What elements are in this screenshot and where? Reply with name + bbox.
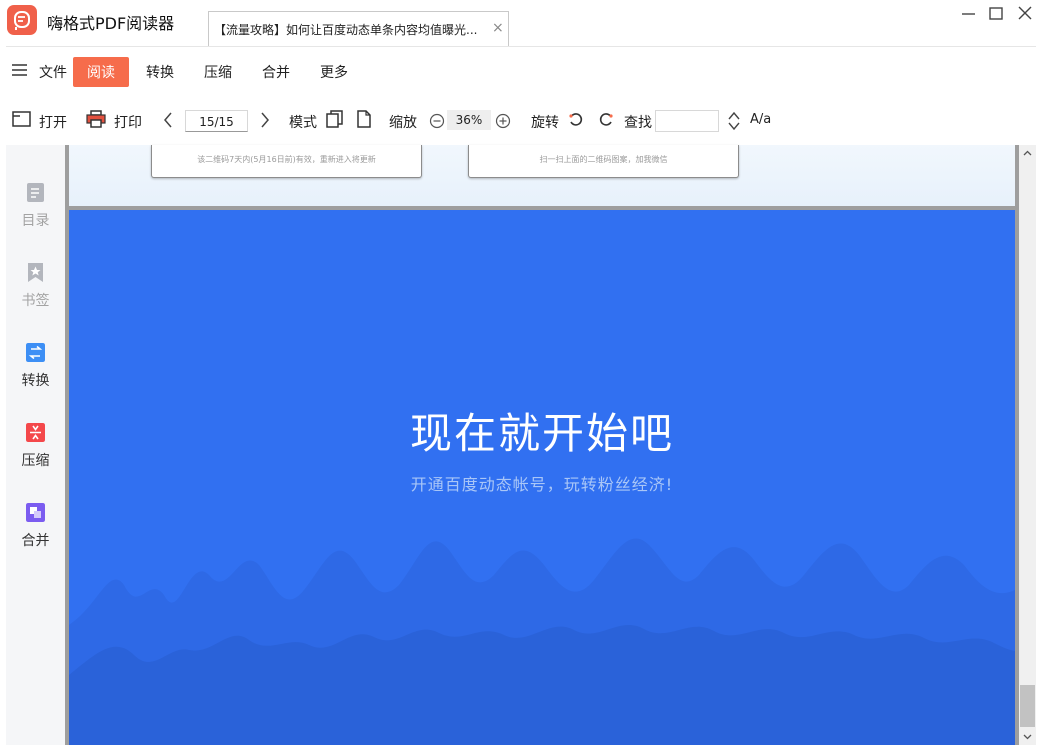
zoom-level-field[interactable]: 36% — [447, 110, 491, 130]
sidebar-item-convert[interactable]: 转换 — [6, 343, 65, 393]
scrollbar-thumb[interactable] — [1020, 685, 1035, 727]
document-tab-label: 【流量攻略】如何让百度动态单条内容均值曝光... — [214, 23, 478, 37]
rotate-left-icon[interactable] — [568, 112, 584, 128]
convert-icon — [26, 343, 45, 362]
pdf-reader-window: 嗨格式PDF阅读器 【流量攻略】如何让百度动态单条内容均值曝光... × 文件 … — [0, 0, 1040, 749]
double-page-mode-icon[interactable] — [326, 110, 344, 128]
qr-left-caption: 该二维码7天内(5月16日前)有效，重新进入将更新 — [197, 155, 376, 164]
rotate-label: 旋转 — [531, 115, 559, 131]
printer-icon[interactable] — [86, 110, 106, 128]
window-bottom-border — [0, 745, 1040, 749]
tab-close-icon[interactable]: × — [492, 20, 504, 36]
zoom-label: 缩放 — [389, 115, 417, 131]
menu-convert[interactable]: 转换 — [146, 62, 174, 82]
maximize-icon[interactable] — [983, 4, 1009, 24]
sidebar-item-merge[interactable]: 合并 — [6, 503, 65, 553]
open-file-icon[interactable] — [12, 110, 32, 128]
sidebar-label-merge: 合并 — [21, 533, 50, 549]
bookmark-icon — [28, 263, 43, 282]
rotate-right-icon[interactable] — [598, 112, 614, 128]
menu-merge[interactable]: 合并 — [262, 62, 290, 82]
minimize-icon[interactable] — [956, 4, 982, 24]
hero-subtitle: 开通百度动态帐号，玩转粉丝经济! — [410, 475, 674, 494]
open-button[interactable]: 打开 — [39, 112, 67, 132]
document-tab[interactable]: 【流量攻略】如何让百度动态单条内容均值曝光... × — [208, 11, 509, 46]
merge-icon — [26, 503, 45, 522]
pdf-page-previous: 该二维码7天内(5月16日前)有效，重新进入将更新 扫一扫上面的二维码图案，加我… — [69, 145, 1015, 206]
qr-right-caption: 扫一扫上面的二维码图案，加我微信 — [539, 155, 668, 164]
sidebar-item-bookmark[interactable]: 书签 — [6, 263, 65, 313]
sidebar: 目录 书签 转换 压缩 合并 — [6, 145, 65, 745]
scroll-down-icon[interactable] — [1019, 728, 1036, 745]
sidebar-label-compress: 压缩 — [21, 453, 50, 469]
mode-label: 模式 — [289, 115, 317, 131]
scroll-up-icon[interactable] — [1019, 145, 1036, 162]
hamburger-menu-icon[interactable] — [12, 64, 27, 76]
document-viewport[interactable]: 该二维码7天内(5月16日前)有效，重新进入将更新 扫一扫上面的二维码图案，加我… — [65, 145, 1019, 745]
menu-file[interactable]: 文件 — [39, 62, 67, 82]
compress-icon — [26, 423, 45, 442]
match-case-toggle[interactable]: A/a — [750, 112, 771, 127]
crowd-silhouette-image — [69, 538, 1015, 745]
toc-icon — [27, 183, 44, 202]
vertical-scrollbar[interactable] — [1019, 145, 1036, 745]
qr-card-right: 扫一扫上面的二维码图案，加我微信 — [468, 145, 739, 178]
sidebar-label-toc: 目录 — [21, 213, 50, 229]
hero-title: 现在就开始吧 — [409, 409, 674, 458]
pdf-page-current: 现在就开始吧 开通百度动态帐号，玩转粉丝经济! — [69, 210, 1015, 745]
page-number-input[interactable]: 15/15 — [185, 110, 248, 132]
zoom-out-icon[interactable] — [429, 113, 445, 129]
next-page-icon[interactable] — [259, 112, 271, 128]
app-logo-icon — [7, 5, 37, 35]
sidebar-item-toc[interactable]: 目录 — [6, 183, 65, 233]
close-icon[interactable] — [1012, 4, 1038, 24]
toolbar: 打开 打印 15/15 模式 缩放 36% 旋转 查找 A/a — [6, 97, 1036, 145]
qr-card-left: 该二维码7天内(5月16日前)有效，重新进入将更新 — [151, 145, 422, 178]
zoom-in-icon[interactable] — [495, 113, 511, 129]
sidebar-item-compress[interactable]: 压缩 — [6, 423, 65, 473]
menu-more[interactable]: 更多 — [320, 62, 348, 82]
menu-bar: 文件 阅读 转换 压缩 合并 更多 — [6, 46, 1036, 96]
title-bar: 嗨格式PDF阅读器 【流量攻略】如何让百度动态单条内容均值曝光... × — [0, 0, 1040, 46]
search-label: 查找 — [624, 115, 652, 131]
prev-page-icon[interactable] — [162, 112, 174, 128]
search-up-down-icon[interactable] — [727, 110, 741, 132]
sidebar-label-bookmark: 书签 — [21, 293, 50, 309]
print-button[interactable]: 打印 — [114, 112, 142, 132]
sidebar-label-convert: 转换 — [21, 373, 50, 389]
single-page-mode-icon[interactable] — [356, 110, 372, 128]
app-title: 嗨格式PDF阅读器 — [47, 14, 175, 33]
menu-read[interactable]: 阅读 — [73, 57, 129, 87]
search-input[interactable] — [655, 110, 719, 132]
menu-compress[interactable]: 压缩 — [204, 62, 232, 82]
